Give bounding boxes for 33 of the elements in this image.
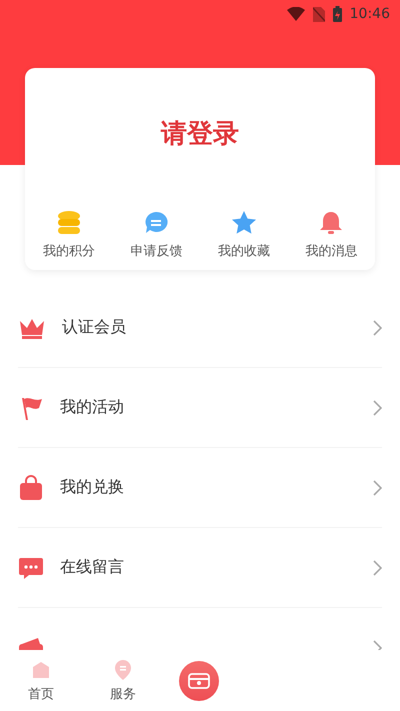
menu-row[interactable]: 我的活动	[18, 368, 382, 448]
bell-icon	[319, 210, 344, 236]
star-icon	[230, 210, 257, 236]
no-sim-icon	[312, 6, 325, 22]
menu-label: 在线留言	[60, 557, 125, 578]
menu-row[interactable]: 认证会员	[18, 288, 382, 368]
chevron-right-icon	[373, 480, 382, 496]
card-icon	[188, 672, 210, 688]
status-time: 10:46	[350, 6, 390, 22]
menu-label: 我的兑换	[60, 477, 125, 498]
shopping-bag-icon	[18, 474, 44, 500]
shortcut-label[interactable]: 申请反馈	[130, 242, 182, 260]
chevron-right-icon	[373, 400, 382, 416]
location-pin-icon	[113, 658, 133, 680]
menu-label: 认证会员	[62, 317, 127, 338]
message-icon	[18, 556, 44, 580]
center-button[interactable]	[179, 660, 219, 700]
chevron-right-icon	[373, 560, 382, 576]
nav-label[interactable]: 首页	[28, 684, 54, 702]
menu-row[interactable]: 我的兑换	[18, 448, 382, 528]
coins-icon	[56, 210, 82, 236]
nav-label[interactable]: 服务	[110, 684, 136, 702]
shortcut-label[interactable]: 我的收藏	[218, 242, 270, 260]
shortcut-label[interactable]: 我的积分	[42, 242, 95, 260]
wifi-icon	[286, 7, 305, 21]
menu-label: 我的活动	[60, 397, 125, 418]
chat-icon	[143, 210, 170, 236]
menu-row[interactable]: 在线留言	[18, 528, 382, 608]
crown-icon	[18, 316, 46, 338]
battery-icon	[332, 6, 342, 22]
login-prompt[interactable]: 请登录	[161, 116, 239, 151]
shortcut-label[interactable]: 我的消息	[305, 242, 358, 260]
chevron-right-icon	[373, 320, 382, 336]
